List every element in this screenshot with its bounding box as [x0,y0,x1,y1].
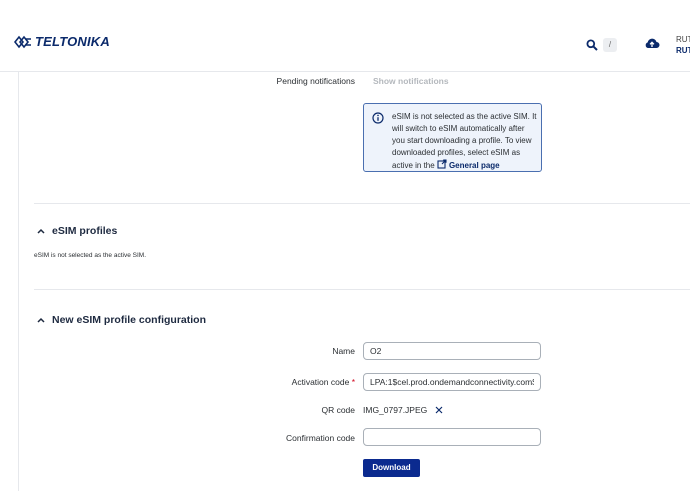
search-button[interactable]: / [586,35,622,55]
confirmation-code-label: Confirmation code [286,433,355,443]
download-button[interactable]: Download [363,459,420,477]
qr-code-label: QR code [321,405,355,415]
name-label: Name [332,346,355,356]
esim-profiles-note: eSIM is not selected as the active SIM. [34,252,146,259]
external-link-icon [437,159,447,169]
required-marker: * [351,377,355,387]
teltonika-logo-icon [14,35,31,48]
divider [34,289,690,290]
chevron-up-icon [37,228,45,234]
search-shortcut-key: / [603,38,617,52]
brand-logo[interactable]: TELTONIKA [14,34,110,49]
activation-code-label: Activation code * [195,377,355,387]
device-model-label: RUT [676,35,690,44]
esim-info-box: eSIM is not selected as the active SIM. … [363,103,542,172]
general-page-link[interactable]: General page [437,159,500,170]
activation-code-input[interactable] [363,373,541,391]
new-profile-title: New eSIM profile configuration [52,314,207,326]
general-page-link-text: General page [448,161,500,170]
cloud-upload-icon [645,38,660,48]
info-message: eSIM is not selected as the active SIM. … [392,111,538,172]
pending-notifications-label: Pending notifications [276,76,355,86]
divider [34,203,690,204]
new-profile-header[interactable]: New eSIM profile configuration [37,314,206,326]
search-icon [586,39,598,51]
top-bar: TELTONIKA / RUT RUT [0,0,690,72]
confirmation-code-input[interactable] [363,428,541,446]
show-notifications-link[interactable]: Show notifications [373,76,449,86]
device-model-name: RUT [676,46,690,55]
qr-code-filename: IMG_0797.JPEG [363,405,428,415]
esim-profiles-header[interactable]: eSIM profiles [37,225,117,237]
cloud-upload-button[interactable] [644,37,662,51]
activation-code-label-text: Activation code [291,377,350,387]
close-icon[interactable] [435,406,443,414]
chevron-up-icon [37,317,45,323]
content-frame-border [18,72,19,491]
device-info[interactable]: RUT RUT [676,34,690,56]
brand-name: TELTONIKA [35,34,110,49]
name-input[interactable] [363,342,541,360]
esim-profiles-title: eSIM profiles [52,225,118,237]
info-icon [372,112,384,124]
qr-code-file: IMG_0797.JPEG [363,405,443,415]
